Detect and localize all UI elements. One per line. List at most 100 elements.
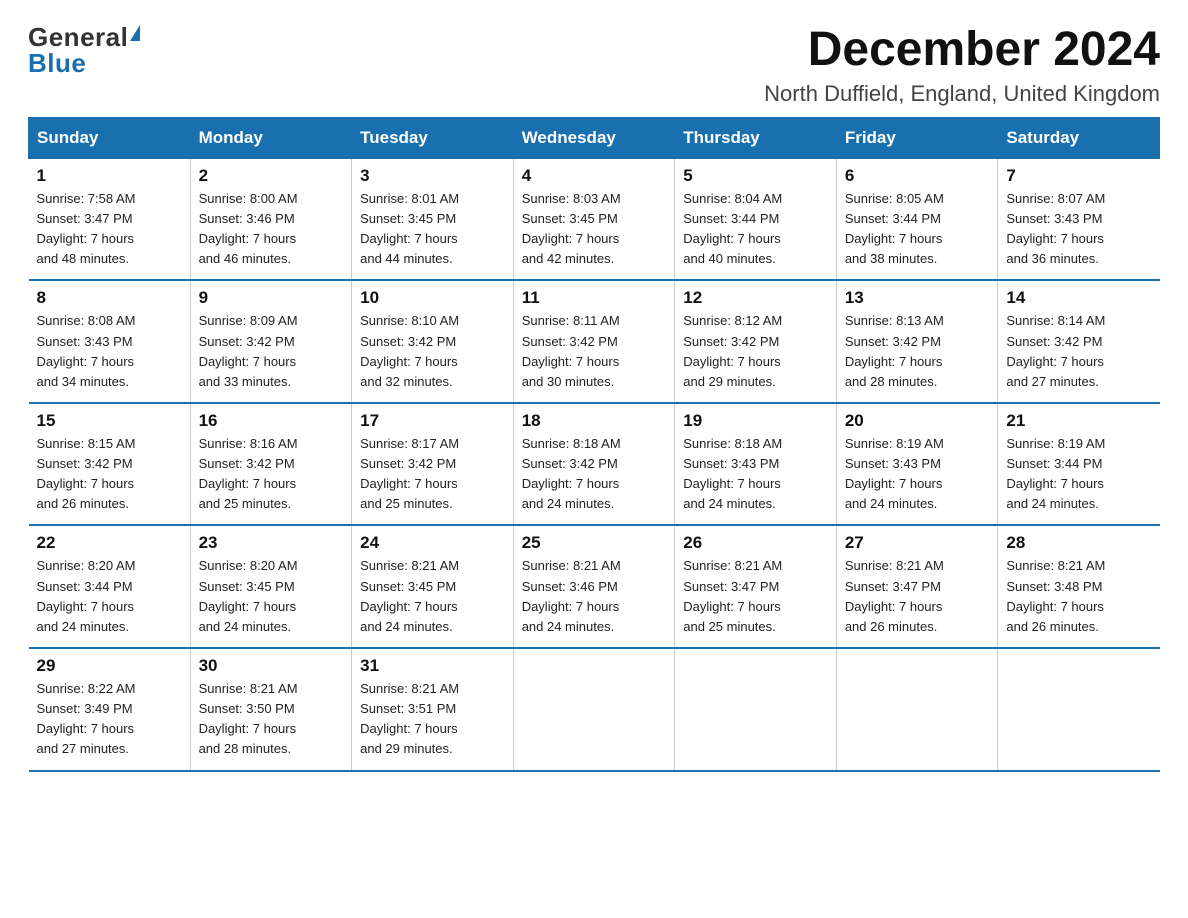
calendar-header-row: SundayMondayTuesdayWednesdayThursdayFrid…: [29, 117, 1160, 158]
day-number: 29: [37, 656, 182, 676]
calendar-header-wednesday: Wednesday: [513, 117, 675, 158]
calendar-cell: 22Sunrise: 8:20 AM Sunset: 3:44 PM Dayli…: [29, 525, 191, 648]
calendar-cell: 2Sunrise: 8:00 AM Sunset: 3:46 PM Daylig…: [190, 158, 352, 280]
day-number: 30: [199, 656, 344, 676]
day-info: Sunrise: 8:12 AM Sunset: 3:42 PM Dayligh…: [683, 311, 828, 392]
page-header: General Blue December 2024 North Duffiel…: [28, 24, 1160, 107]
day-number: 14: [1006, 288, 1151, 308]
calendar-cell: 10 Sunrise: 8:10 AM Sunset: 3:42 PM Dayli…: [352, 280, 514, 403]
day-info: Sunrise: 8:16 AM Sunset: 3:42 PM Dayligh…: [199, 434, 344, 515]
day-info: Sunrise: 8:20 AM Sunset: 3:44 PM Dayligh…: [37, 556, 182, 637]
day-info: Sunrise: 8:18 AM Sunset: 3:43 PM Dayligh…: [683, 434, 828, 515]
calendar-cell: 3 Sunrise: 8:01 AM Sunset: 3:45 PM Daylig…: [352, 158, 514, 280]
day-number: 7: [1006, 166, 1151, 186]
day-info: Sunrise: 8:13 AM Sunset: 3:42 PM Dayligh…: [845, 311, 990, 392]
calendar-cell: [836, 648, 998, 771]
calendar-header-sunday: Sunday: [29, 117, 191, 158]
day-info: Sunrise: 8:09 AM Sunset: 3:42 PM Dayligh…: [199, 311, 344, 392]
logo: General Blue: [28, 24, 140, 76]
calendar-cell: 27Sunrise: 8:21 AM Sunset: 3:47 PM Dayli…: [836, 525, 998, 648]
calendar-header-tuesday: Tuesday: [352, 117, 514, 158]
day-info: Sunrise: 8:20 AM Sunset: 3:45 PM Dayligh…: [199, 556, 344, 637]
day-number: 9: [199, 288, 344, 308]
calendar-cell: 1 Sunrise: 7:58 AM Sunset: 3:47 PM Daylig…: [29, 158, 191, 280]
logo-blue: Blue: [28, 50, 86, 76]
day-info: Sunrise: 7:58 AM Sunset: 3:47 PM Dayligh…: [37, 189, 182, 270]
day-number: 25: [522, 533, 667, 553]
calendar-cell: 14 Sunrise: 8:14 AM Sunset: 3:42 PM Dayli…: [998, 280, 1160, 403]
day-number: 26: [683, 533, 828, 553]
day-info: Sunrise: 8:07 AM Sunset: 3:43 PM Dayligh…: [1006, 189, 1151, 270]
calendar-header-friday: Friday: [836, 117, 998, 158]
day-number: 31: [360, 656, 505, 676]
calendar-cell: 31 Sunrise: 8:21 AM Sunset: 3:51 PM Dayli…: [352, 648, 514, 771]
calendar-cell: 11 Sunrise: 8:11 AM Sunset: 3:42 PM Dayli…: [513, 280, 675, 403]
day-info: Sunrise: 8:19 AM Sunset: 3:43 PM Dayligh…: [845, 434, 990, 515]
day-info: Sunrise: 8:04 AM Sunset: 3:44 PM Dayligh…: [683, 189, 828, 270]
day-info: Sunrise: 8:10 AM Sunset: 3:42 PM Dayligh…: [360, 311, 505, 392]
day-number: 8: [37, 288, 182, 308]
day-info: Sunrise: 8:15 AM Sunset: 3:42 PM Dayligh…: [37, 434, 182, 515]
day-number: 10: [360, 288, 505, 308]
day-number: 19: [683, 411, 828, 431]
calendar-cell: 17 Sunrise: 8:17 AM Sunset: 3:42 PM Dayli…: [352, 403, 514, 526]
calendar-week-row: 22Sunrise: 8:20 AM Sunset: 3:44 PM Dayli…: [29, 525, 1160, 648]
calendar-header-monday: Monday: [190, 117, 352, 158]
calendar-week-row: 29 Sunrise: 8:22 AM Sunset: 3:49 PM Dayli…: [29, 648, 1160, 771]
day-info: Sunrise: 8:19 AM Sunset: 3:44 PM Dayligh…: [1006, 434, 1151, 515]
day-number: 1: [37, 166, 182, 186]
calendar-table: SundayMondayTuesdayWednesdayThursdayFrid…: [28, 117, 1160, 772]
day-info: Sunrise: 8:21 AM Sunset: 3:51 PM Dayligh…: [360, 679, 505, 760]
day-number: 2: [199, 166, 344, 186]
day-number: 17: [360, 411, 505, 431]
calendar-week-row: 15 Sunrise: 8:15 AM Sunset: 3:42 PM Dayli…: [29, 403, 1160, 526]
day-info: Sunrise: 8:22 AM Sunset: 3:49 PM Dayligh…: [37, 679, 182, 760]
calendar-cell: 4 Sunrise: 8:03 AM Sunset: 3:45 PM Daylig…: [513, 158, 675, 280]
calendar-cell: 9 Sunrise: 8:09 AM Sunset: 3:42 PM Daylig…: [190, 280, 352, 403]
calendar-cell: [675, 648, 837, 771]
day-info: Sunrise: 8:11 AM Sunset: 3:42 PM Dayligh…: [522, 311, 667, 392]
day-number: 28: [1006, 533, 1151, 553]
calendar-title: December 2024: [764, 24, 1160, 77]
day-number: 20: [845, 411, 990, 431]
day-number: 6: [845, 166, 990, 186]
day-info: Sunrise: 8:21 AM Sunset: 3:50 PM Dayligh…: [199, 679, 344, 760]
calendar-cell: 12Sunrise: 8:12 AM Sunset: 3:42 PM Dayli…: [675, 280, 837, 403]
calendar-header-thursday: Thursday: [675, 117, 837, 158]
calendar-cell: 16Sunrise: 8:16 AM Sunset: 3:42 PM Dayli…: [190, 403, 352, 526]
day-info: Sunrise: 8:21 AM Sunset: 3:48 PM Dayligh…: [1006, 556, 1151, 637]
calendar-cell: 8 Sunrise: 8:08 AM Sunset: 3:43 PM Daylig…: [29, 280, 191, 403]
calendar-cell: 24Sunrise: 8:21 AM Sunset: 3:45 PM Dayli…: [352, 525, 514, 648]
calendar-cell: 30 Sunrise: 8:21 AM Sunset: 3:50 PM Dayli…: [190, 648, 352, 771]
calendar-cell: [513, 648, 675, 771]
calendar-cell: 15 Sunrise: 8:15 AM Sunset: 3:42 PM Dayli…: [29, 403, 191, 526]
day-number: 21: [1006, 411, 1151, 431]
day-number: 15: [37, 411, 182, 431]
calendar-cell: 29 Sunrise: 8:22 AM Sunset: 3:49 PM Dayli…: [29, 648, 191, 771]
calendar-cell: 21 Sunrise: 8:19 AM Sunset: 3:44 PM Dayli…: [998, 403, 1160, 526]
day-info: Sunrise: 8:01 AM Sunset: 3:45 PM Dayligh…: [360, 189, 505, 270]
calendar-cell: 6Sunrise: 8:05 AM Sunset: 3:44 PM Daylig…: [836, 158, 998, 280]
calendar-header-saturday: Saturday: [998, 117, 1160, 158]
title-block: December 2024 North Duffield, England, U…: [764, 24, 1160, 107]
calendar-subtitle: North Duffield, England, United Kingdom: [764, 81, 1160, 107]
day-info: Sunrise: 8:17 AM Sunset: 3:42 PM Dayligh…: [360, 434, 505, 515]
calendar-cell: 7 Sunrise: 8:07 AM Sunset: 3:43 PM Daylig…: [998, 158, 1160, 280]
day-info: Sunrise: 8:21 AM Sunset: 3:47 PM Dayligh…: [683, 556, 828, 637]
day-info: Sunrise: 8:14 AM Sunset: 3:42 PM Dayligh…: [1006, 311, 1151, 392]
calendar-cell: 18Sunrise: 8:18 AM Sunset: 3:42 PM Dayli…: [513, 403, 675, 526]
day-number: 4: [522, 166, 667, 186]
day-info: Sunrise: 8:18 AM Sunset: 3:42 PM Dayligh…: [522, 434, 667, 515]
day-info: Sunrise: 8:21 AM Sunset: 3:45 PM Dayligh…: [360, 556, 505, 637]
day-number: 3: [360, 166, 505, 186]
calendar-cell: 28 Sunrise: 8:21 AM Sunset: 3:48 PM Dayli…: [998, 525, 1160, 648]
calendar-cell: 26 Sunrise: 8:21 AM Sunset: 3:47 PM Dayli…: [675, 525, 837, 648]
day-number: 13: [845, 288, 990, 308]
day-info: Sunrise: 8:03 AM Sunset: 3:45 PM Dayligh…: [522, 189, 667, 270]
day-info: Sunrise: 8:08 AM Sunset: 3:43 PM Dayligh…: [37, 311, 182, 392]
logo-triangle-icon: [130, 25, 140, 41]
calendar-cell: 19 Sunrise: 8:18 AM Sunset: 3:43 PM Dayli…: [675, 403, 837, 526]
day-number: 11: [522, 288, 667, 308]
day-number: 5: [683, 166, 828, 186]
calendar-cell: 23Sunrise: 8:20 AM Sunset: 3:45 PM Dayli…: [190, 525, 352, 648]
